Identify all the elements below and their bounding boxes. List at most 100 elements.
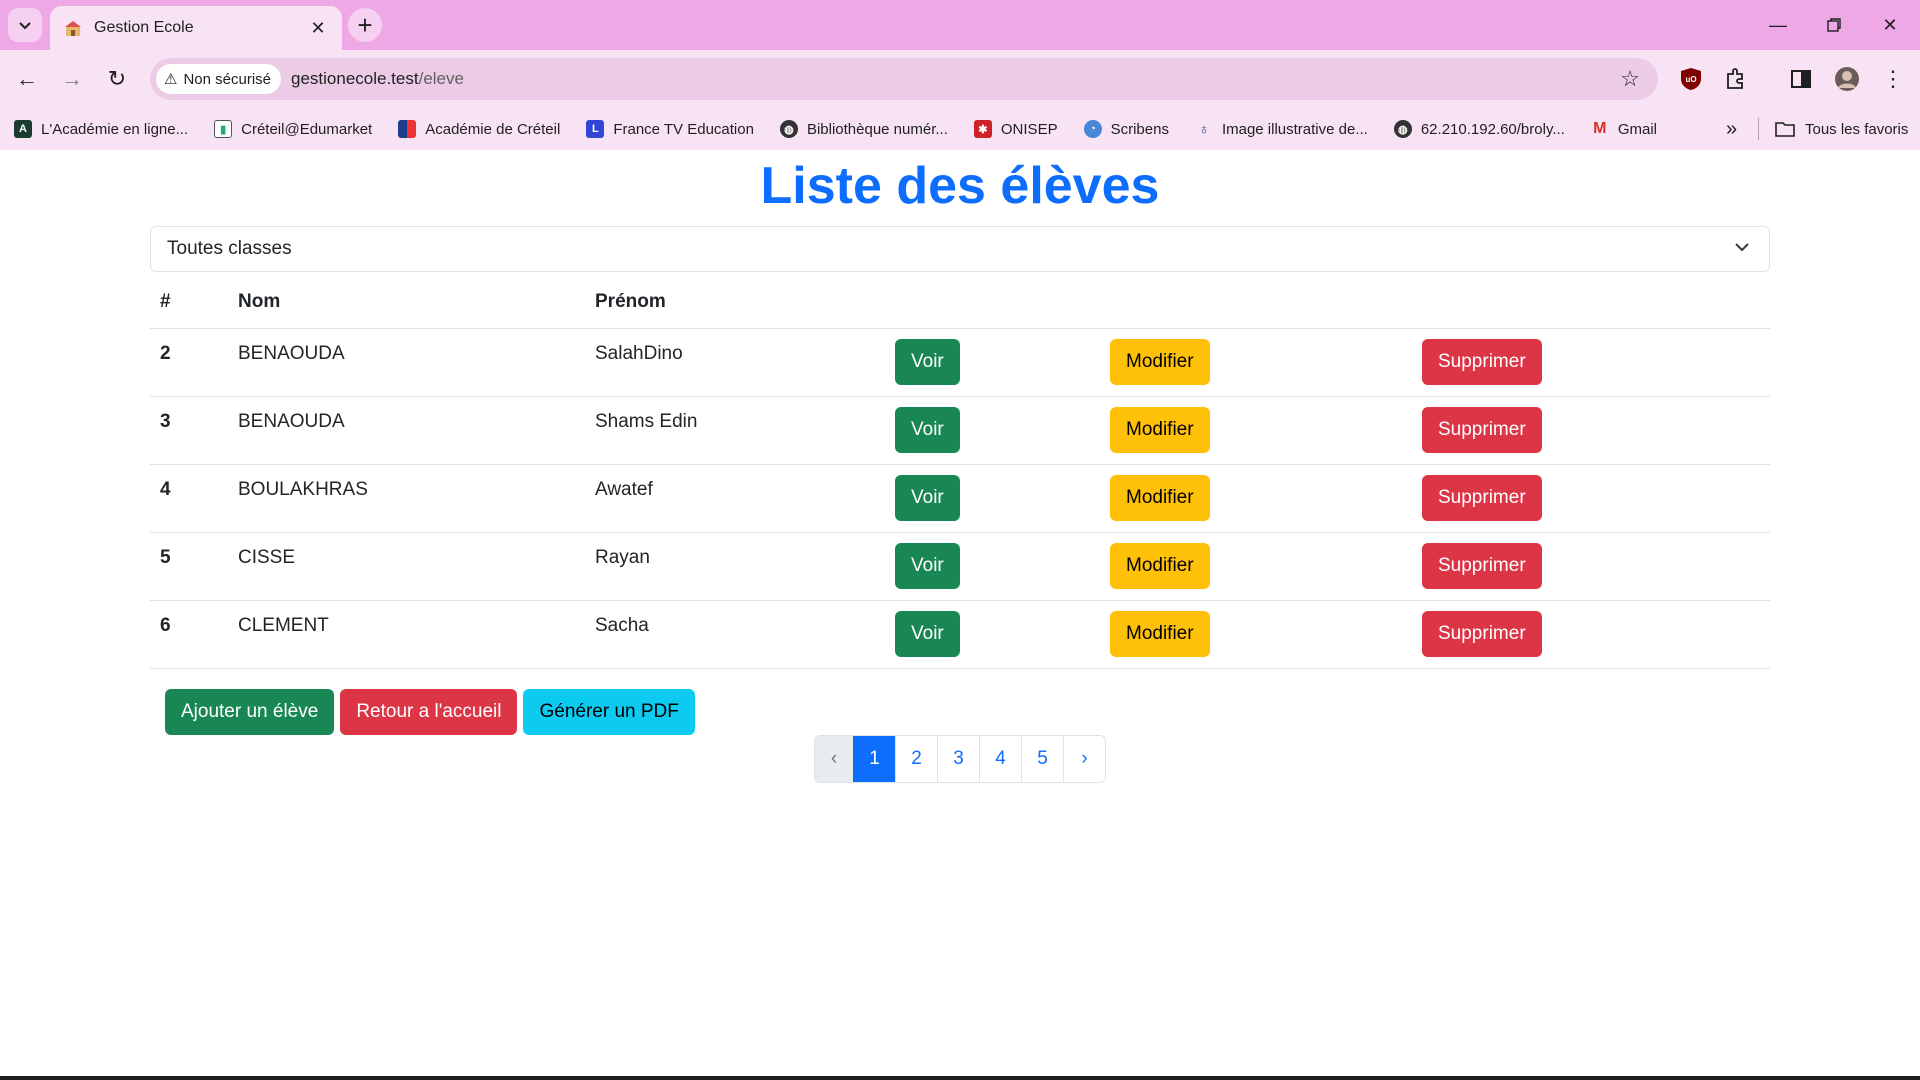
delete-button[interactable]: Supprimer (1422, 475, 1542, 521)
forward-icon[interactable]: → (55, 62, 89, 96)
bookmark-item[interactable]: ✱ ONISEP (973, 120, 1058, 138)
class-select-value: Toutes classes (167, 238, 292, 259)
bookmark-item[interactable]: ♁ Image illustrative de... (1194, 120, 1368, 138)
header-empty (1412, 276, 1770, 329)
delete-button[interactable]: Supprimer (1422, 543, 1542, 589)
close-window-icon[interactable]: ✕ (1862, 0, 1918, 50)
view-button[interactable]: Voir (895, 475, 960, 521)
page-title: Liste des élèves (760, 157, 1160, 215)
row-edit-cell: Modifier (1100, 328, 1412, 397)
bookmark-item[interactable]: M Gmail (1590, 120, 1657, 138)
all-bookmarks[interactable]: Tous les favoris (1758, 118, 1908, 140)
bookmark-label: Académie de Créteil (425, 120, 561, 138)
url-path: /eleve (418, 69, 464, 88)
bookmark-item[interactable]: Académie de Créteil (398, 120, 560, 138)
row-delete-cell: Supprimer (1412, 328, 1770, 397)
menu-kebab-icon[interactable]: ⋮ (1878, 64, 1908, 94)
class-select[interactable]: Toutes classes (150, 226, 1770, 272)
edit-button[interactable]: Modifier (1110, 543, 1210, 589)
generate-pdf-button[interactable]: Générer un PDF (523, 688, 695, 735)
table-header-row: # Nom Prénom (150, 276, 1770, 329)
row-edit-cell: Modifier (1100, 600, 1412, 669)
pagination-page[interactable]: 3 (937, 735, 979, 782)
svg-text:uO: uO (1685, 75, 1696, 84)
view-button[interactable]: Voir (895, 611, 960, 657)
header-nom: Nom (228, 276, 585, 329)
row-id: 2 (150, 328, 228, 397)
pagination-prev[interactable]: ‹ (815, 735, 853, 782)
url-text[interactable]: gestionecole.test/eleve (291, 69, 464, 89)
row-delete-cell: Supprimer (1412, 600, 1770, 669)
pagination-page[interactable]: 1 (853, 735, 895, 782)
view-button[interactable]: Voir (895, 543, 960, 589)
back-home-button[interactable]: Retour a l'accueil (340, 688, 518, 735)
row-id: 5 (150, 532, 228, 601)
row-edit-cell: Modifier (1100, 396, 1412, 465)
edit-button[interactable]: Modifier (1110, 407, 1210, 453)
bookmark-item[interactable]: ◍ Bibliothèque numér... (779, 120, 948, 138)
back-icon[interactable]: ← (10, 62, 44, 96)
header-empty (1100, 276, 1412, 329)
row-prenom: SalahDino (585, 328, 885, 397)
row-view-cell: Voir (885, 532, 1100, 601)
delete-button[interactable]: Supprimer (1422, 339, 1542, 385)
chevron-down-icon (19, 22, 31, 30)
tab-search-button[interactable] (8, 8, 42, 42)
divider (1758, 118, 1759, 140)
row-delete-cell: Supprimer (1412, 464, 1770, 533)
edit-button[interactable]: Modifier (1110, 339, 1210, 385)
restore-icon[interactable] (1806, 0, 1862, 50)
bookmark-label: Image illustrative de... (1221, 120, 1368, 138)
table-row: 4 BOULAKHRAS Awatef Voir Modifier Supprimer (150, 464, 1770, 533)
more-bookmarks-icon[interactable]: » (1726, 118, 1737, 141)
bookmark-star-icon[interactable]: ☆ (1620, 66, 1640, 92)
scribens-icon: ◔ (1083, 120, 1102, 138)
pager: ‹ 1 2 3 4 5 › (814, 734, 1106, 783)
new-tab-button[interactable]: + (348, 8, 382, 42)
delete-button[interactable]: Supprimer (1422, 407, 1542, 453)
pagination-next[interactable]: › (1063, 735, 1105, 782)
pagination: ‹ 1 2 3 4 5 › (150, 734, 1770, 783)
bookmark-item[interactable]: ▮ Créteil@Edumarket (214, 120, 372, 138)
bookmark-label: Scribens (1110, 120, 1169, 138)
avatar[interactable] (1832, 64, 1862, 94)
ublock-icon[interactable]: uO (1676, 64, 1706, 94)
folder-icon (1775, 122, 1795, 137)
minimize-icon[interactable]: — (1750, 0, 1806, 50)
bookmark-item[interactable]: ◍ 62.210.192.60/broly... (1393, 120, 1565, 138)
warning-icon: ⚠ (164, 71, 178, 88)
view-button[interactable]: Voir (895, 339, 960, 385)
extensions-icon[interactable] (1720, 64, 1750, 94)
edit-button[interactable]: Modifier (1110, 611, 1210, 657)
row-delete-cell: Supprimer (1412, 532, 1770, 601)
header-id: # (150, 276, 228, 329)
side-panel-icon[interactable] (1786, 64, 1816, 94)
academie-icon: A (14, 120, 32, 138)
row-edit-cell: Modifier (1100, 532, 1412, 601)
row-id: 4 (150, 464, 228, 533)
bookmark-label: Créteil@Edumarket (241, 120, 373, 138)
row-view-cell: Voir (885, 600, 1100, 669)
active-tab[interactable]: Gestion Ecole ✕ (50, 6, 342, 50)
edit-button[interactable]: Modifier (1110, 475, 1210, 521)
address-bar[interactable]: ⚠ Non sécurisé gestionecole.test/eleve ☆ (150, 58, 1658, 100)
table-row: 2 BENAOUDA SalahDino Voir Modifier Supprimer (150, 328, 1770, 397)
row-nom: BENAOUDA (228, 328, 585, 397)
row-prenom: Rayan (585, 532, 885, 601)
bookmark-label: France TV Education (613, 120, 754, 138)
view-button[interactable]: Voir (895, 407, 960, 453)
add-student-button[interactable]: Ajouter un élève (165, 688, 335, 735)
bookmark-item[interactable]: L France TV Education (586, 120, 754, 138)
taskbar-edge (0, 1076, 1920, 1080)
security-chip[interactable]: ⚠ Non sécurisé (156, 64, 281, 94)
pagination-page[interactable]: 2 (895, 735, 937, 782)
bookmark-item[interactable]: ◔ Scribens (1083, 120, 1169, 138)
reload-icon[interactable]: ↻ (100, 62, 134, 96)
close-icon[interactable]: ✕ (308, 18, 328, 38)
actions-bar: Ajouter un élève Retour a l'accueil Géné… (150, 688, 1770, 735)
pagination-page[interactable]: 4 (979, 735, 1021, 782)
bookmark-item[interactable]: A L'Académie en ligne... (14, 120, 188, 138)
pagination-page[interactable]: 5 (1021, 735, 1063, 782)
row-prenom: Shams Edin (585, 396, 885, 465)
delete-button[interactable]: Supprimer (1422, 611, 1542, 657)
